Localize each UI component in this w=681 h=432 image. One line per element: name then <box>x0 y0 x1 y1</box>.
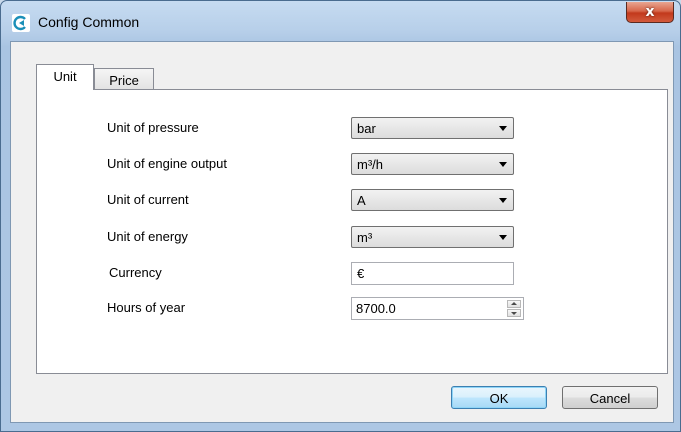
energy-select[interactable]: m³ <box>351 226 514 248</box>
tab-unit[interactable]: Unit <box>36 64 94 90</box>
tab-price[interactable]: Price <box>94 68 154 90</box>
cancel-button[interactable]: Cancel <box>562 386 658 409</box>
unit-tab-panel: Unit of pressure bar Unit of engine outp… <box>36 89 668 374</box>
chevron-down-icon <box>499 198 507 203</box>
current-value: A <box>357 193 366 208</box>
ok-button[interactable]: OK <box>451 386 547 409</box>
currency-label: Currency <box>109 265 162 280</box>
currency-input[interactable]: € <box>351 262 514 285</box>
spin-up-icon[interactable] <box>507 300 521 308</box>
engine-output-value: m³/h <box>357 157 383 172</box>
window-title: Config Common <box>38 14 140 30</box>
energy-value: m³ <box>357 230 373 245</box>
hours-of-year-stepper[interactable]: 8700.0 <box>351 297 524 320</box>
energy-label: Unit of energy <box>107 229 188 244</box>
engine-output-select[interactable]: m³/h <box>351 153 514 175</box>
close-button[interactable]: x <box>626 2 674 23</box>
app-logo-icon <box>12 14 30 32</box>
chevron-down-icon <box>499 162 507 167</box>
spin-down-icon[interactable] <box>507 309 521 317</box>
title-bar[interactable]: Config Common x <box>1 1 680 41</box>
pressure-value: bar <box>357 121 376 136</box>
chevron-down-icon <box>499 126 507 131</box>
currency-value: € <box>357 266 365 281</box>
current-select[interactable]: A <box>351 189 514 211</box>
dialog-client-area: Unit Price Unit of pressure bar Unit of … <box>10 41 674 423</box>
spin-buttons <box>507 300 521 317</box>
config-common-window: Config Common x Unit Price Unit of press… <box>0 0 681 432</box>
pressure-label: Unit of pressure <box>107 120 199 135</box>
pressure-select[interactable]: bar <box>351 117 514 139</box>
current-label: Unit of current <box>107 192 189 207</box>
hours-label: Hours of year <box>107 300 186 315</box>
hours-value: 8700.0 <box>356 301 396 316</box>
close-icon: x <box>645 4 655 20</box>
engine-output-label: Unit of engine output <box>107 156 227 171</box>
chevron-down-icon <box>499 235 507 240</box>
